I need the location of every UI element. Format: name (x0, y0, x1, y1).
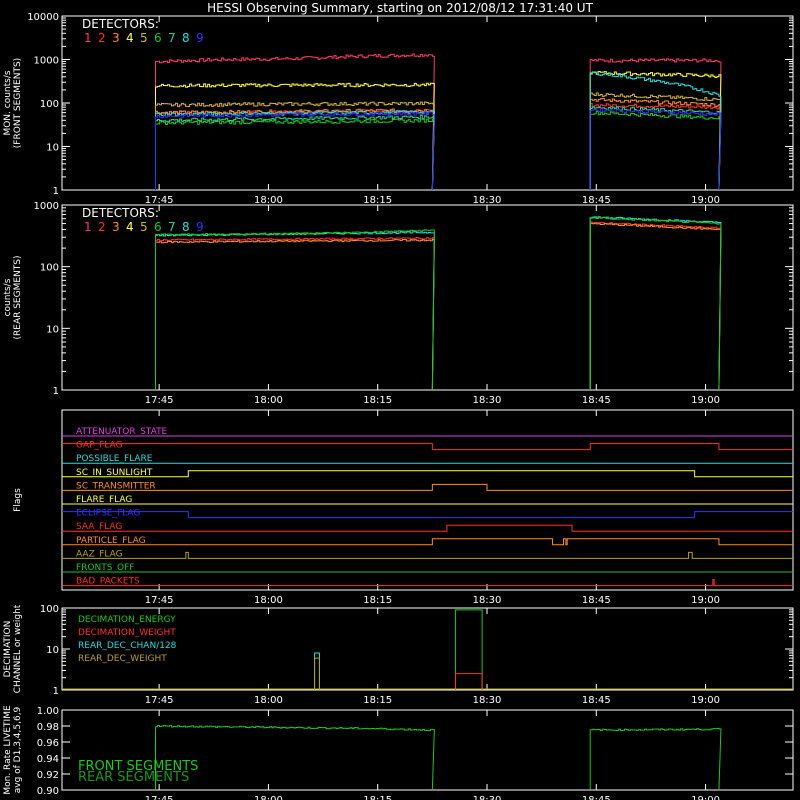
y-tick-label: 1 (53, 686, 59, 697)
x-tick-label: 18:30 (473, 195, 502, 206)
legend-detector-3: 3 (112, 220, 120, 234)
x-tick-label: 18:45 (582, 195, 611, 206)
x-tick-label: 18:00 (254, 695, 283, 706)
legend-detector-6: 6 (154, 31, 162, 45)
decimation-legend-item: REAR_DEC_CHAN/128 (78, 641, 177, 651)
legend-title: DETECTORS: (82, 17, 159, 31)
legend-detector-9: 9 (196, 31, 204, 45)
x-tick-label: 18:30 (473, 695, 502, 706)
x-tick-label: 17:45 (145, 595, 174, 606)
legend-detector-4: 4 (126, 220, 134, 234)
x-tick-label: 17:45 (145, 695, 174, 706)
decimation-legend-item: REAR_DEC_WEIGHT (78, 654, 167, 664)
y-tick-label: 1 (53, 186, 59, 197)
x-tick-label: 18:15 (363, 695, 392, 706)
x-tick-label: 17:45 (145, 195, 174, 206)
y-tick-label: 0.92 (37, 770, 59, 781)
y-tick-label: 1.00 (37, 706, 59, 717)
y-tick-label: 10 (46, 645, 59, 656)
legend-detector-8: 8 (182, 220, 190, 234)
legend-detector-2: 2 (98, 31, 106, 45)
legend-detector-7: 7 (168, 220, 176, 234)
legend-detector-9: 9 (196, 220, 204, 234)
livetime-legend-item: REAR SEGMENTS (78, 770, 189, 785)
legend-detector-7: 7 (168, 31, 176, 45)
decimation-legend-item: DECIMATION_ENERGY (78, 615, 176, 625)
observing-summary-figure: HESSI Observing Summary, starting on 201… (0, 0, 800, 800)
x-tick-label: 19:00 (691, 395, 720, 406)
x-tick-label: 18:45 (582, 595, 611, 606)
legend-detector-4: 4 (126, 31, 134, 45)
x-tick-label: 18:00 (254, 395, 283, 406)
x-tick-label: 17:45 (145, 795, 174, 800)
y-axis-label: counts/s (3, 278, 13, 316)
legend-detector-1: 1 (84, 220, 92, 234)
figure-title: HESSI Observing Summary, starting on 201… (207, 1, 593, 15)
legend-detector-3: 3 (112, 31, 120, 45)
x-tick-label: 17:45 (145, 395, 174, 406)
flag-label: ECLIPSE_FLAG (76, 509, 140, 519)
y-axis-label: (FRONT SEGMENTS) (13, 58, 23, 148)
y-tick-label: 1 (53, 386, 59, 397)
y-tick-label: 100 (40, 604, 59, 615)
y-tick-label: 1000 (34, 56, 59, 67)
x-tick-label: 18:15 (363, 595, 392, 606)
legend-detector-1: 1 (84, 31, 92, 45)
y-tick-label: 100 (40, 263, 59, 274)
y-axis-label: MON. counts/s (3, 70, 13, 135)
legend-detector-2: 2 (98, 220, 106, 234)
x-tick-label: 18:00 (254, 195, 283, 206)
x-tick-label: 19:00 (691, 595, 720, 606)
y-axis-label: avg of D1,3,4,5,6,9 (13, 706, 23, 793)
y-tick-label: 10000 (27, 12, 59, 23)
flag-label: GAP_FLAG (76, 441, 122, 451)
legend-title: DETECTORS: (82, 206, 159, 220)
x-tick-label: 18:45 (582, 695, 611, 706)
y-tick-label: 0.96 (37, 738, 59, 749)
y-tick-label: 1000 (34, 201, 59, 212)
x-tick-label: 18:15 (363, 395, 392, 406)
x-tick-label: 18:45 (582, 395, 611, 406)
y-axis-label: DECIMATION (3, 621, 13, 678)
y-tick-label: 100 (40, 99, 59, 110)
x-tick-label: 18:30 (473, 595, 502, 606)
legend-detector-8: 8 (182, 31, 190, 45)
x-tick-label: 18:15 (363, 795, 392, 800)
x-tick-label: 19:00 (691, 695, 720, 706)
y-axis-label: CHANNEL or weight (13, 604, 23, 693)
y-axis-label: Mon. Rate LIVETIME (3, 705, 13, 795)
y-axis-label: Flags (13, 488, 23, 512)
y-tick-label: 10 (46, 324, 59, 335)
x-tick-label: 18:30 (473, 795, 502, 800)
y-tick-label: 10 (46, 143, 59, 154)
x-tick-label: 18:00 (254, 595, 283, 606)
x-tick-label: 18:45 (582, 795, 611, 800)
y-tick-label: 0.90 (37, 786, 59, 797)
x-tick-label: 19:00 (691, 195, 720, 206)
y-tick-label: 0.98 (37, 722, 59, 733)
y-axis-label: (REAR SEGMENTS) (13, 255, 23, 339)
x-tick-label: 18:00 (254, 795, 283, 800)
legend-detector-5: 5 (140, 31, 148, 45)
x-tick-label: 18:15 (363, 195, 392, 206)
x-tick-label: 19:00 (691, 795, 720, 800)
legend-detector-6: 6 (154, 220, 162, 234)
decimation-legend-item: DECIMATION_WEIGHT (78, 628, 176, 638)
x-tick-label: 18:30 (473, 395, 502, 406)
legend-detector-5: 5 (140, 220, 148, 234)
y-tick-label: 0.94 (37, 754, 59, 765)
